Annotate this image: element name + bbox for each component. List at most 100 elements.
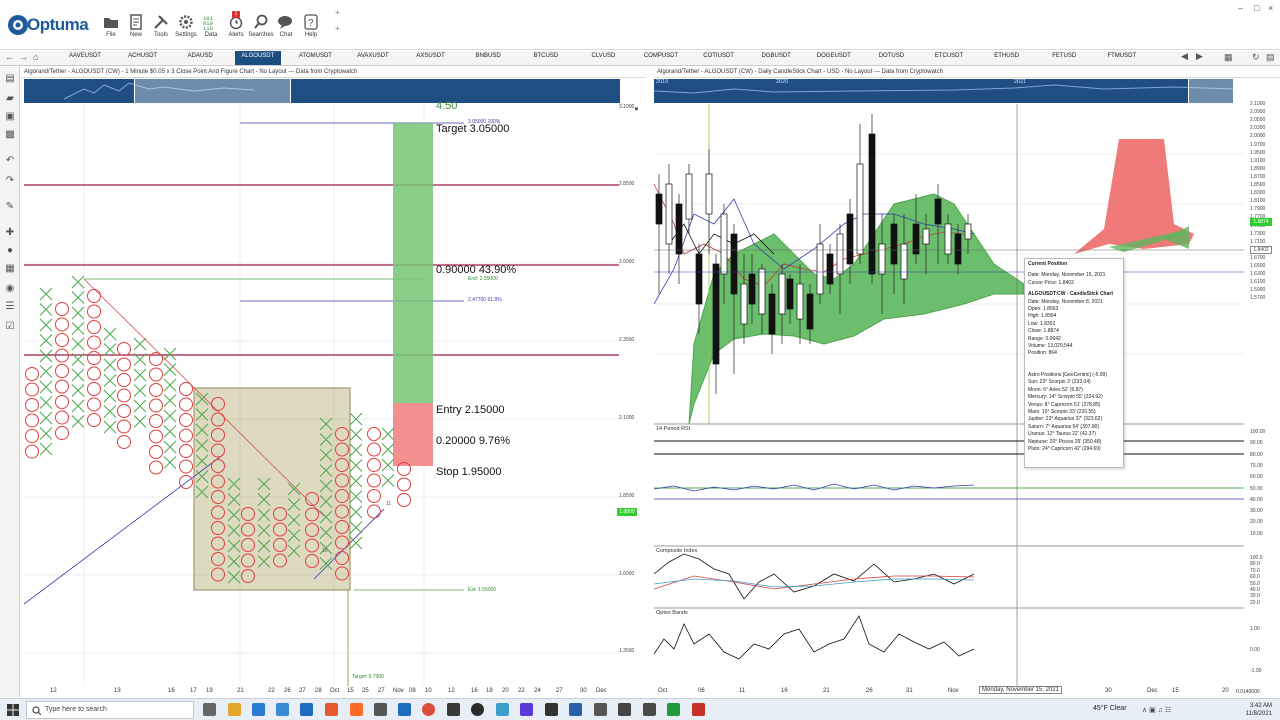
print-icon[interactable]: ▩	[4, 129, 16, 141]
crosshair-icon[interactable]: ✚	[4, 227, 16, 239]
left-overview-bar[interactable]	[24, 79, 620, 103]
close-icon[interactable]: ×	[1268, 3, 1273, 13]
taskbar-search-input[interactable]: Type here to search	[26, 701, 194, 719]
x-tick-label: 30	[580, 688, 587, 694]
file-button[interactable]: File	[98, 14, 124, 48]
open-icon[interactable]: ▰	[4, 93, 16, 105]
app-icon[interactable]	[447, 703, 460, 716]
back-icon[interactable]: ←	[5, 52, 14, 62]
app-icon[interactable]	[496, 703, 509, 716]
refresh-icon[interactable]: ↻	[1252, 52, 1260, 63]
candle-chart-area[interactable]: 14 Period RSI Composite Index Optex Band…	[654, 104, 1244, 686]
alerts-button[interactable]: Alerts 1	[223, 11, 249, 48]
fib-ext-label: Ext: 1.55000	[468, 587, 497, 593]
symbol-tab-dgbusdt[interactable]: DGBUSDT	[753, 53, 799, 59]
app-icon[interactable]	[594, 703, 607, 716]
store-icon[interactable]	[300, 703, 313, 716]
recorder-icon[interactable]	[692, 703, 705, 716]
checklist-icon[interactable]: ☑	[4, 321, 16, 333]
right-overview-bar[interactable]: 2019 2020 2021	[654, 79, 1234, 103]
github-icon[interactable]	[471, 703, 484, 716]
searches-button[interactable]: Searches	[248, 14, 274, 48]
symbol-tab-clvusd[interactable]: CLVUSD	[580, 53, 626, 59]
weather-widget[interactable]: 45°F Clear	[1093, 705, 1127, 712]
symbol-tab-adausd[interactable]: ADAUSD	[177, 53, 223, 59]
symbol-tab-bnbusd[interactable]: BNBUSD	[465, 53, 511, 59]
help-button[interactable]: ? Help	[298, 14, 324, 48]
candle-body	[868, 133, 876, 275]
app-icon[interactable]	[545, 703, 558, 716]
home-icon[interactable]: ⌂	[33, 52, 38, 62]
forward-icon[interactable]: →	[19, 52, 28, 62]
grid-icon[interactable]: ▦	[4, 263, 16, 275]
symbol-tab-atomusdt[interactable]: ATOMUSDT	[292, 53, 338, 59]
pnf-x-mark	[163, 440, 177, 454]
office-icon[interactable]	[325, 703, 338, 716]
word-icon[interactable]	[569, 703, 582, 716]
app-icon[interactable]	[374, 703, 387, 716]
chat-button[interactable]: Chat	[273, 14, 299, 48]
layout-grid-icon[interactable]: ▦	[1224, 52, 1233, 63]
undo-icon[interactable]: ↶	[4, 155, 16, 167]
maximize-icon[interactable]: □	[1254, 3, 1259, 13]
symbol-tab-cotiusdt[interactable]: COTIUSDT	[696, 53, 742, 59]
file-explorer-icon[interactable]	[228, 703, 241, 716]
symbol-tab-dogeusdt[interactable]: DOGEUSDT	[811, 53, 857, 59]
pnf-x-mark	[103, 358, 117, 372]
y-tick-label: 2.6000	[619, 259, 635, 265]
symbol-tab-ftmusdt[interactable]: FTMUSDT	[1099, 53, 1145, 59]
symbol-tab-aaveusdt[interactable]: AAVEUSDT	[62, 53, 108, 59]
symbol-tab-etcusdt[interactable]: ETCUSDT	[926, 53, 972, 59]
search-icon	[32, 706, 41, 715]
symbol-tab-dotusd[interactable]: DOTUSD	[868, 53, 914, 59]
app-icon[interactable]	[643, 703, 656, 716]
scroll-right-icon[interactable]: ▶	[1196, 51, 1203, 62]
left-range-selector[interactable]	[134, 79, 291, 103]
y-tick-label: 1.8900	[1250, 165, 1266, 172]
pnf-x-mark	[71, 291, 85, 304]
app-icon[interactable]	[618, 703, 631, 716]
pnf-chart-area[interactable]: 4.50 Target 3.05000 0.90000 43.90% Entry…	[24, 100, 639, 686]
app-icon[interactable]	[667, 703, 680, 716]
mail-icon[interactable]	[276, 703, 289, 716]
taskbar-clock[interactable]: 3:42 AM 11/8/2021	[1246, 702, 1272, 718]
symbol-tab-btcusd[interactable]: BTCUSD	[523, 53, 569, 59]
windows-start-icon[interactable]	[7, 704, 19, 716]
optuma-task-icon[interactable]	[398, 703, 411, 716]
candle-body	[740, 283, 748, 325]
page-icon[interactable]: ▤	[4, 73, 16, 85]
symbol-tab-avaxusdt[interactable]: AVAXUSDT	[350, 53, 396, 59]
right-range-selector[interactable]	[1188, 79, 1234, 103]
minimize-icon[interactable]: –	[1238, 3, 1243, 13]
pnf-x-mark	[39, 318, 53, 332]
symbol-tab-algousdt[interactable]: ALGOUSDT	[234, 51, 281, 65]
edge-icon[interactable]	[252, 703, 265, 716]
list-icon[interactable]: ☰	[4, 301, 16, 313]
magnet-icon[interactable]: ◉	[4, 283, 16, 295]
app-icon[interactable]	[520, 703, 533, 716]
new-button[interactable]: New	[123, 14, 149, 48]
task-view-icon[interactable]	[203, 703, 216, 716]
pen-icon[interactable]: ✎	[4, 201, 16, 213]
save-icon[interactable]: ▣	[4, 111, 16, 123]
scroll-left-icon[interactable]: ◀	[1181, 51, 1188, 62]
symbol-tab-axsusdt[interactable]: AXSUSDT	[408, 53, 454, 59]
add-toolbar-icon[interactable]: +	[335, 8, 340, 17]
settings-button[interactable]: Settings	[173, 14, 199, 48]
tray-icons[interactable]: ∧ ▣ ♫ ☷	[1142, 706, 1171, 714]
symbol-tab-achusdt[interactable]: ACHUSDT	[120, 53, 166, 59]
chart-lock-icon[interactable]: ●	[634, 104, 639, 113]
tools-button[interactable]: Tools	[148, 14, 174, 48]
symbol-tab-fetusd[interactable]: FETUSD	[1041, 53, 1087, 59]
brave-icon[interactable]	[350, 703, 363, 716]
symbol-tab-ethusd[interactable]: ETHUSD	[984, 53, 1030, 59]
data-button[interactable]: 101 010 110 Data	[198, 14, 224, 48]
chrome-icon[interactable]	[422, 703, 435, 716]
tile-icon[interactable]: ▤	[1266, 52, 1275, 63]
lock-icon[interactable]: ●	[4, 245, 16, 257]
candle-body	[705, 173, 713, 215]
redo-icon[interactable]: ↷	[4, 175, 16, 187]
symbol-tab-compusdt[interactable]: COMPUSDT	[638, 53, 684, 59]
add-toolbar-icon-2[interactable]: +	[335, 24, 340, 33]
ratio-down-label: 0.20000 9.76%	[436, 435, 511, 447]
